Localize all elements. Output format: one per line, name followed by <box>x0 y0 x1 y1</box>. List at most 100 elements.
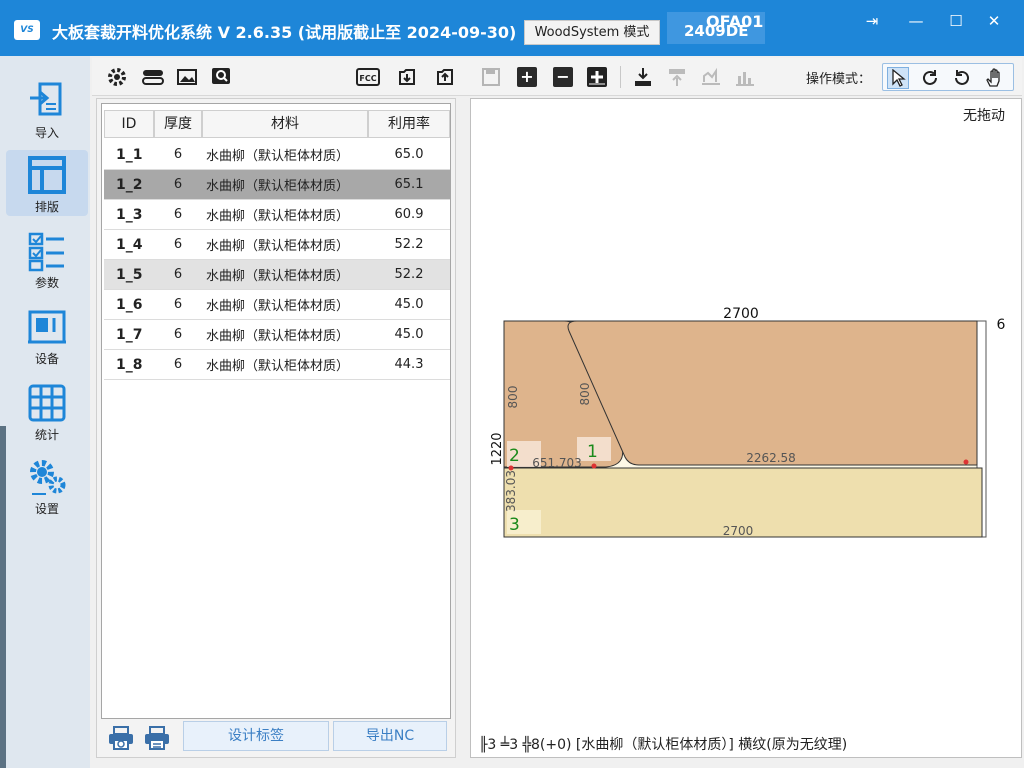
cell-thickness: 6 <box>173 327 183 342</box>
fcc-icon[interactable]: FCC <box>356 66 380 88</box>
nav-params[interactable]: 参数 <box>6 226 88 292</box>
operation-mode-group <box>882 63 1014 91</box>
zoom-fit-button[interactable] <box>586 66 608 88</box>
cell-material: 水曲柳（默认柜体材质） <box>206 299 350 314</box>
select-pointer-icon[interactable] <box>887 67 909 89</box>
plan-list-panel: ID 厚度 材料 利用率 1_1 6 水曲柳（默认柜体材质） 65.0 1_2 … <box>96 98 456 758</box>
cell-rate: 44.3 <box>394 357 424 372</box>
header-thickness[interactable]: 厚度 <box>154 110 202 138</box>
cell-rate: 60.9 <box>394 207 424 222</box>
part-2-number: 2 <box>509 446 520 466</box>
cell-thickness: 6 <box>173 207 183 222</box>
svg-text:FCC: FCC <box>359 74 376 83</box>
table-row[interactable]: 1_8 6 水曲柳（默认柜体材质） 44.3 <box>104 350 450 380</box>
cut-down-icon[interactable] <box>632 66 654 88</box>
table-header: ID 厚度 材料 利用率 <box>104 110 450 138</box>
table-row[interactable]: 1_7 6 水曲柳（默认柜体材质） 45.0 <box>104 320 450 350</box>
cell-material: 水曲柳（默认柜体材质） <box>206 329 350 344</box>
header-id[interactable]: ID <box>104 110 154 138</box>
sheet-thickness-label: 6 <box>997 317 1006 333</box>
print-preview-icon[interactable] <box>107 725 135 751</box>
table-icon <box>28 384 66 422</box>
save-icon[interactable] <box>480 66 502 88</box>
cell-material: 水曲柳（默认柜体材质） <box>206 179 350 194</box>
canvas-status-line: ╟3 ╧3 ╬8(+0) [水曲柳（默认柜体材质）] 横纹(原为无纹理) <box>479 737 848 753</box>
part-1 <box>567 320 978 466</box>
table-row[interactable]: 1_1 6 水曲柳（默认柜体材质） 65.0 <box>104 140 450 170</box>
nav-stats[interactable]: 统计 <box>6 378 88 444</box>
bar-chart-icon[interactable] <box>734 66 756 88</box>
layout-icon <box>28 156 66 194</box>
cell-material: 水曲柳（默认柜体材质） <box>206 239 350 254</box>
device-code-bottom: 2409DE <box>684 22 749 40</box>
cell-thickness: 6 <box>173 237 183 252</box>
cell-id: 1_3 <box>116 206 143 223</box>
part-3-number: 3 <box>509 515 520 535</box>
nav-stats-label: 统计 <box>34 428 59 442</box>
print-icon[interactable] <box>143 725 171 751</box>
table-row[interactable]: 1_3 6 水曲柳（默认柜体材质） 60.9 <box>104 200 450 230</box>
header-material[interactable]: 材料 <box>202 110 368 138</box>
cell-material: 水曲柳（默认柜体材质） <box>206 269 350 284</box>
close-button[interactable]: ✕ <box>974 10 1014 32</box>
zoom-out-button[interactable]: − <box>552 66 574 88</box>
hand-pan-icon[interactable] <box>983 67 1005 89</box>
nav-import-label: 导入 <box>34 126 59 140</box>
cell-thickness: 6 <box>173 267 183 282</box>
mode-indicator[interactable]: WoodSystem 模式 <box>524 20 660 45</box>
cut-marker <box>963 459 969 465</box>
cell-id: 1_7 <box>116 326 143 343</box>
table-row[interactable]: 1_6 6 水曲柳（默认柜体材质） 45.0 <box>104 290 450 320</box>
nav-import[interactable]: 导入 <box>6 76 88 142</box>
export-file-icon[interactable] <box>434 66 456 88</box>
import-icon <box>30 82 62 116</box>
nav-settings[interactable]: 设置 <box>6 452 88 518</box>
gear-icon[interactable] <box>106 66 128 88</box>
export-nc-button[interactable]: 导出NC <box>333 721 447 751</box>
image-icon[interactable] <box>176 66 198 88</box>
cell-material: 水曲柳（默认柜体材质） <box>206 359 350 374</box>
cell-id: 1_8 <box>116 356 143 373</box>
nav-layout[interactable]: 排版 <box>6 150 88 216</box>
app-logo: VS <box>14 20 40 40</box>
checklist-icon <box>28 232 64 272</box>
design-label-button[interactable]: 设计标签 <box>183 721 329 751</box>
left-nav: 导入 排版 参数 设备 统计 设置 <box>0 56 90 768</box>
exit-icon[interactable]: ⇥ <box>852 10 892 32</box>
part-3-height: 383.03 <box>504 470 518 512</box>
stack-icon[interactable] <box>140 66 166 88</box>
zoom-in-button[interactable]: + <box>516 66 538 88</box>
cell-thickness: 6 <box>173 177 183 192</box>
refresh-icon[interactable] <box>951 67 973 89</box>
part-3-width: 2700 <box>723 524 754 538</box>
plan-list: ID 厚度 材料 利用率 1_1 6 水曲柳（默认柜体材质） 65.0 1_2 … <box>101 103 451 719</box>
search-image-icon[interactable] <box>210 66 232 88</box>
toolbar-separator <box>620 66 621 88</box>
cell-thickness: 6 <box>173 297 183 312</box>
layout-canvas[interactable]: 无拖动 2700 1220 6 1 2 3 2262.58 800 651.70… <box>470 98 1022 758</box>
cut-up-icon[interactable] <box>666 66 688 88</box>
cell-id: 1_6 <box>116 296 143 313</box>
cell-thickness: 6 <box>173 357 183 372</box>
app-title: 大板套裁开料优化系统 V 2.6.35 (试用版截止至 2024-09-30) <box>52 23 517 42</box>
chart-icon[interactable] <box>700 66 722 88</box>
title-bar: VS 大板套裁开料优化系统 V 2.6.35 (试用版截止至 2024-09-3… <box>0 0 1024 56</box>
cell-rate: 52.2 <box>394 267 424 282</box>
nav-settings-label: 设置 <box>34 502 59 516</box>
part-2-width: 651.703 <box>532 456 582 470</box>
table-row[interactable]: 1_4 6 水曲柳（默认柜体材质） 52.2 <box>104 230 450 260</box>
table-row-selected[interactable]: 1_2 6 水曲柳（默认柜体材质） 65.1 <box>104 170 450 200</box>
part-1-number: 1 <box>587 442 598 462</box>
cell-rate: 45.0 <box>394 327 424 342</box>
maximize-button[interactable]: ☐ <box>936 10 976 32</box>
cell-rate: 65.0 <box>394 147 424 162</box>
table-row-hover[interactable]: 1_5 6 水曲柳（默认柜体材质） 52.2 <box>104 260 450 290</box>
header-rate[interactable]: 利用率 <box>368 110 450 138</box>
sheet-width-label: 2700 <box>723 306 759 322</box>
rotate-icon[interactable] <box>919 67 941 89</box>
nav-machine[interactable]: 设备 <box>6 302 88 368</box>
import-file-icon[interactable] <box>396 66 418 88</box>
operation-mode-label: 操作模式： <box>806 72 872 87</box>
minimize-button[interactable]: — <box>896 10 936 32</box>
sheet-drawing[interactable]: 2700 1220 6 1 2 3 2262.58 800 651.703 80… <box>471 99 1023 759</box>
